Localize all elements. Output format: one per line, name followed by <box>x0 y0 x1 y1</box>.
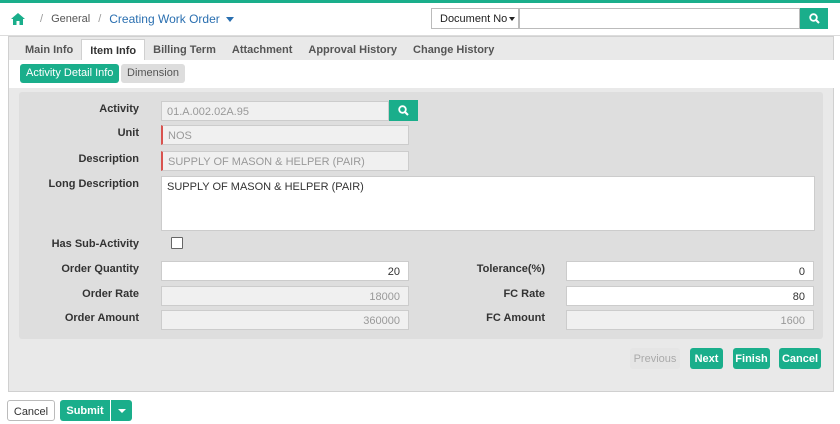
subtab-dimension[interactable]: Dimension <box>121 64 185 83</box>
tab-approval-history[interactable]: Approval History <box>300 39 405 61</box>
order-amount-field[interactable]: 360000 <box>161 310 409 330</box>
order-quantity-field[interactable]: 20 <box>161 261 409 281</box>
subtab-activity-detail-info[interactable]: Activity Detail Info <box>20 64 120 83</box>
tab-billing-term[interactable]: Billing Term <box>145 39 224 61</box>
breadcrumb-separator: / <box>98 13 102 25</box>
activity-field[interactable]: 01.A.002.02A.95 <box>161 101 389 121</box>
activity-search-button[interactable] <box>389 100 418 121</box>
document-search-button[interactable] <box>800 8 828 29</box>
breadcrumb: / General / Creating Work Order <box>10 11 234 27</box>
caret-down-icon <box>509 17 516 22</box>
unit-field[interactable]: NOS <box>161 125 409 145</box>
tolerance-label: Tolerance(%) <box>476 263 545 275</box>
document-type-label: Document No <box>440 13 508 25</box>
order-rate-label: Order Rate <box>82 288 139 300</box>
tab-change-history[interactable]: Change History <box>405 39 502 61</box>
tab-bar: Main Info Item Info Billing Term Attachm… <box>17 39 502 61</box>
fc-amount-field[interactable]: 1600 <box>566 310 814 330</box>
activity-detail-form: Activity 01.A.002.02A.95 Unit NOS Descri… <box>19 92 823 339</box>
top-bar: / General / Creating Work Order Document… <box>0 0 840 36</box>
long-description-label: Long Description <box>48 178 139 190</box>
description-field[interactable]: SUPPLY OF MASON & HELPER (PAIR) <box>161 151 409 171</box>
has-sub-activity-checkbox[interactable] <box>171 237 183 249</box>
fc-rate-field[interactable]: 80 <box>566 286 814 306</box>
long-description-textarea[interactable]: SUPPLY OF MASON & HELPER (PAIR) <box>161 176 815 231</box>
fc-rate-label: FC Rate <box>503 288 545 300</box>
unit-label: Unit <box>117 127 139 139</box>
document-search-input[interactable] <box>519 8 800 29</box>
submit-options-button[interactable] <box>111 400 132 421</box>
search-icon <box>398 105 409 116</box>
footer-cancel-button[interactable]: Cancel <box>7 400 55 421</box>
document-type-select[interactable]: Document No <box>431 8 519 29</box>
order-rate-field[interactable]: 18000 <box>161 286 409 306</box>
previous-button[interactable]: Previous <box>630 348 680 369</box>
top-accent-line <box>0 0 840 3</box>
caret-down-icon <box>117 408 126 413</box>
tab-attachment[interactable]: Attachment <box>224 39 301 61</box>
tab-main-info[interactable]: Main Info <box>17 39 81 61</box>
main-panel: Main Info Item Info Billing Term Attachm… <box>8 36 835 392</box>
activity-label: Activity <box>99 103 139 115</box>
order-amount-label: Order Amount <box>64 312 139 324</box>
tab-item-info[interactable]: Item Info <box>81 39 146 61</box>
search-icon <box>808 13 820 24</box>
home-icon[interactable] <box>10 12 26 26</box>
next-button[interactable]: Next <box>690 348 723 369</box>
tolerance-field[interactable]: 0 <box>566 261 814 281</box>
description-label: Description <box>78 153 139 165</box>
finish-button[interactable]: Finish <box>733 348 770 369</box>
fc-amount-label: FC Amount <box>486 312 545 324</box>
breadcrumb-general[interactable]: General <box>51 13 90 25</box>
order-quantity-label: Order Quantity <box>61 263 139 275</box>
cancel-step-button[interactable]: Cancel <box>779 348 821 369</box>
has-sub-activity-label: Has Sub-Activity <box>51 238 139 250</box>
breadcrumb-separator: / <box>40 13 44 25</box>
subtab-bar: Activity Detail Info Dimension <box>9 60 835 88</box>
breadcrumb-current[interactable]: Creating Work Order <box>109 12 219 26</box>
submit-button[interactable]: Submit <box>60 400 110 421</box>
chevron-down-icon[interactable] <box>225 16 234 22</box>
